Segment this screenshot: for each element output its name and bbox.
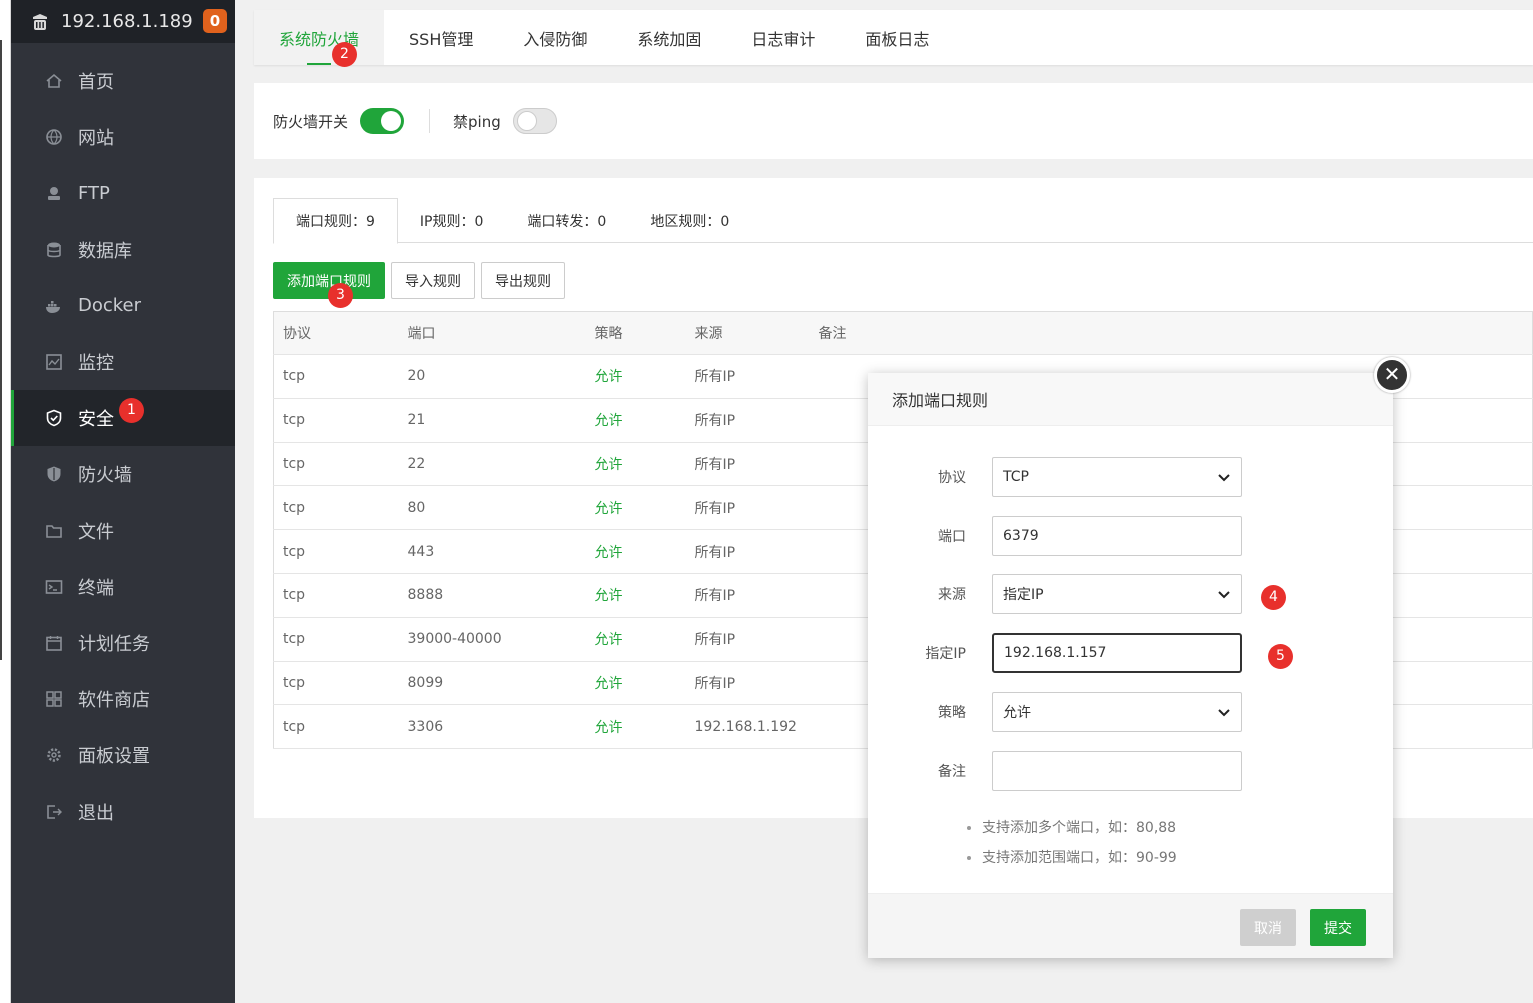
col-remark: 备注 xyxy=(809,311,1533,355)
specified-ip-input[interactable]: 192.168.1.157 xyxy=(992,633,1242,673)
cancel-button[interactable]: 取消 xyxy=(1240,909,1296,946)
port-label: 端口 xyxy=(938,529,966,545)
sidebar-item-security[interactable]: 安全 1 xyxy=(11,390,235,447)
col-protocol: 协议 xyxy=(273,311,399,355)
tip-multiple-ports: 支持添加多个端口，如：80,88 xyxy=(982,813,1177,843)
sidebar: 192.168.1.189 0 首页 网站 FTP 数据库 Docker 监控 … xyxy=(11,0,235,1003)
security-tabs: 系统防火墙 2 SSH管理 入侵防御 系统加固 日志审计 面板日志 xyxy=(254,10,1533,67)
docker-icon xyxy=(44,296,64,316)
remark-input[interactable] xyxy=(992,751,1242,791)
source-label: 来源 xyxy=(938,587,966,603)
protocol-label: 协议 xyxy=(938,470,966,486)
policy-row: 策略 允许 xyxy=(868,692,1393,732)
protocol-select[interactable]: TCP xyxy=(992,457,1242,497)
shield-icon xyxy=(44,464,64,484)
step-marker-4: 4 xyxy=(1261,585,1286,610)
sidebar-item-appstore[interactable]: 软件商店 xyxy=(11,671,235,727)
tip-port-range: 支持添加范围端口，如：90-99 xyxy=(982,843,1177,873)
port-input[interactable]: 6379 xyxy=(992,516,1242,556)
apps-icon xyxy=(44,689,64,709)
step-marker-1: 1 xyxy=(119,398,144,424)
policy-label: 策略 xyxy=(938,705,966,721)
chevron-down-icon xyxy=(1218,591,1230,599)
tab-port-forward[interactable]: 端口转发：0 xyxy=(505,198,628,243)
sidebar-item-files[interactable]: 文件 xyxy=(11,503,235,559)
step-marker-3: 3 xyxy=(328,283,353,308)
sidebar-item-docker[interactable]: Docker xyxy=(11,278,235,334)
logout-icon xyxy=(44,802,64,822)
help-tips: 支持添加多个端口，如：80,88 支持添加范围端口，如：90-99 xyxy=(958,813,1177,873)
server-ip: 192.168.1.189 xyxy=(61,11,193,32)
col-policy: 策略 xyxy=(585,311,686,355)
monitor-icon xyxy=(44,352,64,372)
col-port: 端口 xyxy=(398,311,586,355)
sidebar-item-logout[interactable]: 退出 xyxy=(11,783,235,839)
sidebar-item-terminal[interactable]: 终端 xyxy=(11,559,235,615)
tab-system-hardening[interactable]: 系统加固 xyxy=(612,10,726,65)
submit-button[interactable]: 提交 xyxy=(1310,909,1366,946)
sidebar-item-database[interactable]: 数据库 xyxy=(11,222,235,278)
step-marker-5: 5 xyxy=(1268,644,1293,669)
firewall-switch-label: 防火墙开关 xyxy=(273,112,349,131)
folder-icon xyxy=(44,521,64,541)
ping-switch-label: 禁ping xyxy=(453,112,501,131)
specified-ip-row: 指定IP 192.168.1.157 5 xyxy=(868,633,1393,673)
server-header: 192.168.1.189 0 xyxy=(11,0,235,43)
sidebar-item-firewall[interactable]: 防火墙 xyxy=(11,446,235,502)
shield-check-icon xyxy=(44,408,64,428)
sidebar-item-home[interactable]: 首页 xyxy=(11,53,235,109)
specified-ip-label: 指定IP xyxy=(925,646,966,662)
divider xyxy=(429,109,431,133)
chevron-down-icon xyxy=(1218,709,1230,717)
notification-badge[interactable]: 0 xyxy=(203,9,227,33)
dialog-title: 添加端口规则 xyxy=(868,373,1393,426)
remark-label: 备注 xyxy=(938,764,966,780)
step-marker-2: 2 xyxy=(332,42,357,67)
sidebar-item-ftp[interactable]: FTP xyxy=(11,165,235,221)
tab-port-rules[interactable]: 端口规则：9 xyxy=(273,198,398,244)
gear-icon xyxy=(44,745,64,765)
tab-intrusion-defense[interactable]: 入侵防御 xyxy=(498,10,612,65)
tab-panel-log[interactable]: 面板日志 xyxy=(840,10,954,65)
ping-toggle[interactable] xyxy=(512,108,557,134)
tab-ssh[interactable]: SSH管理 xyxy=(384,10,498,65)
col-source: 来源 xyxy=(685,311,810,355)
export-rules-button[interactable]: 导出规则 xyxy=(481,262,565,299)
rule-type-tabs: 端口规则：9 IP规则：0 端口转发：0 地区规则：0 xyxy=(273,198,1533,244)
import-rules-button[interactable]: 导入规则 xyxy=(391,262,475,299)
firewall-toggle[interactable] xyxy=(360,108,405,134)
protocol-row: 协议 TCP xyxy=(868,457,1393,497)
terminal-icon xyxy=(44,577,64,597)
calendar-icon xyxy=(44,633,64,653)
source-row: 来源 指定IP 4 xyxy=(868,574,1393,614)
sidebar-item-cron[interactable]: 计划任务 xyxy=(11,615,235,671)
sidebar-item-website[interactable]: 网站 xyxy=(11,109,235,165)
window-edge xyxy=(0,0,11,1003)
tab-ip-rules[interactable]: IP规则：0 xyxy=(398,198,505,243)
add-port-rule-dialog: ✕ 添加端口规则 协议 TCP 端口 6379 来源 指定IP 4 指定IP 1… xyxy=(868,357,1410,958)
port-row: 端口 6379 xyxy=(868,516,1393,556)
table-header: 协议 端口 策略 来源 备注 xyxy=(273,311,1533,355)
close-icon[interactable]: ✕ xyxy=(1374,357,1410,393)
chevron-down-icon xyxy=(1218,474,1230,482)
source-select[interactable]: 指定IP xyxy=(992,574,1242,614)
home-icon xyxy=(44,71,64,91)
switch-bar: 防火墙开关 禁ping xyxy=(254,83,1533,159)
dialog-footer: 取消 提交 xyxy=(868,893,1393,958)
database-icon xyxy=(44,240,64,260)
globe-icon xyxy=(44,127,64,147)
add-port-rule-button[interactable]: 添加端口规则 3 xyxy=(273,262,385,308)
tab-system-firewall[interactable]: 系统防火墙 2 xyxy=(254,10,385,67)
policy-select[interactable]: 允许 xyxy=(992,692,1242,732)
tab-log-audit[interactable]: 日志审计 xyxy=(726,10,840,65)
server-logo-icon xyxy=(33,13,47,30)
rule-actions: 添加端口规则 3 导入规则 导出规则 xyxy=(273,262,571,308)
tab-region-rules[interactable]: 地区规则：0 xyxy=(628,198,751,243)
sidebar-item-settings[interactable]: 面板设置 xyxy=(11,727,235,783)
remark-row: 备注 xyxy=(868,751,1393,791)
ftp-icon xyxy=(44,183,64,203)
sidebar-item-monitor[interactable]: 监控 xyxy=(11,334,235,390)
sidebar-menu: 首页 网站 FTP 数据库 Docker 监控 安全 1 防火墙 文件 终端 计划… xyxy=(11,43,235,840)
